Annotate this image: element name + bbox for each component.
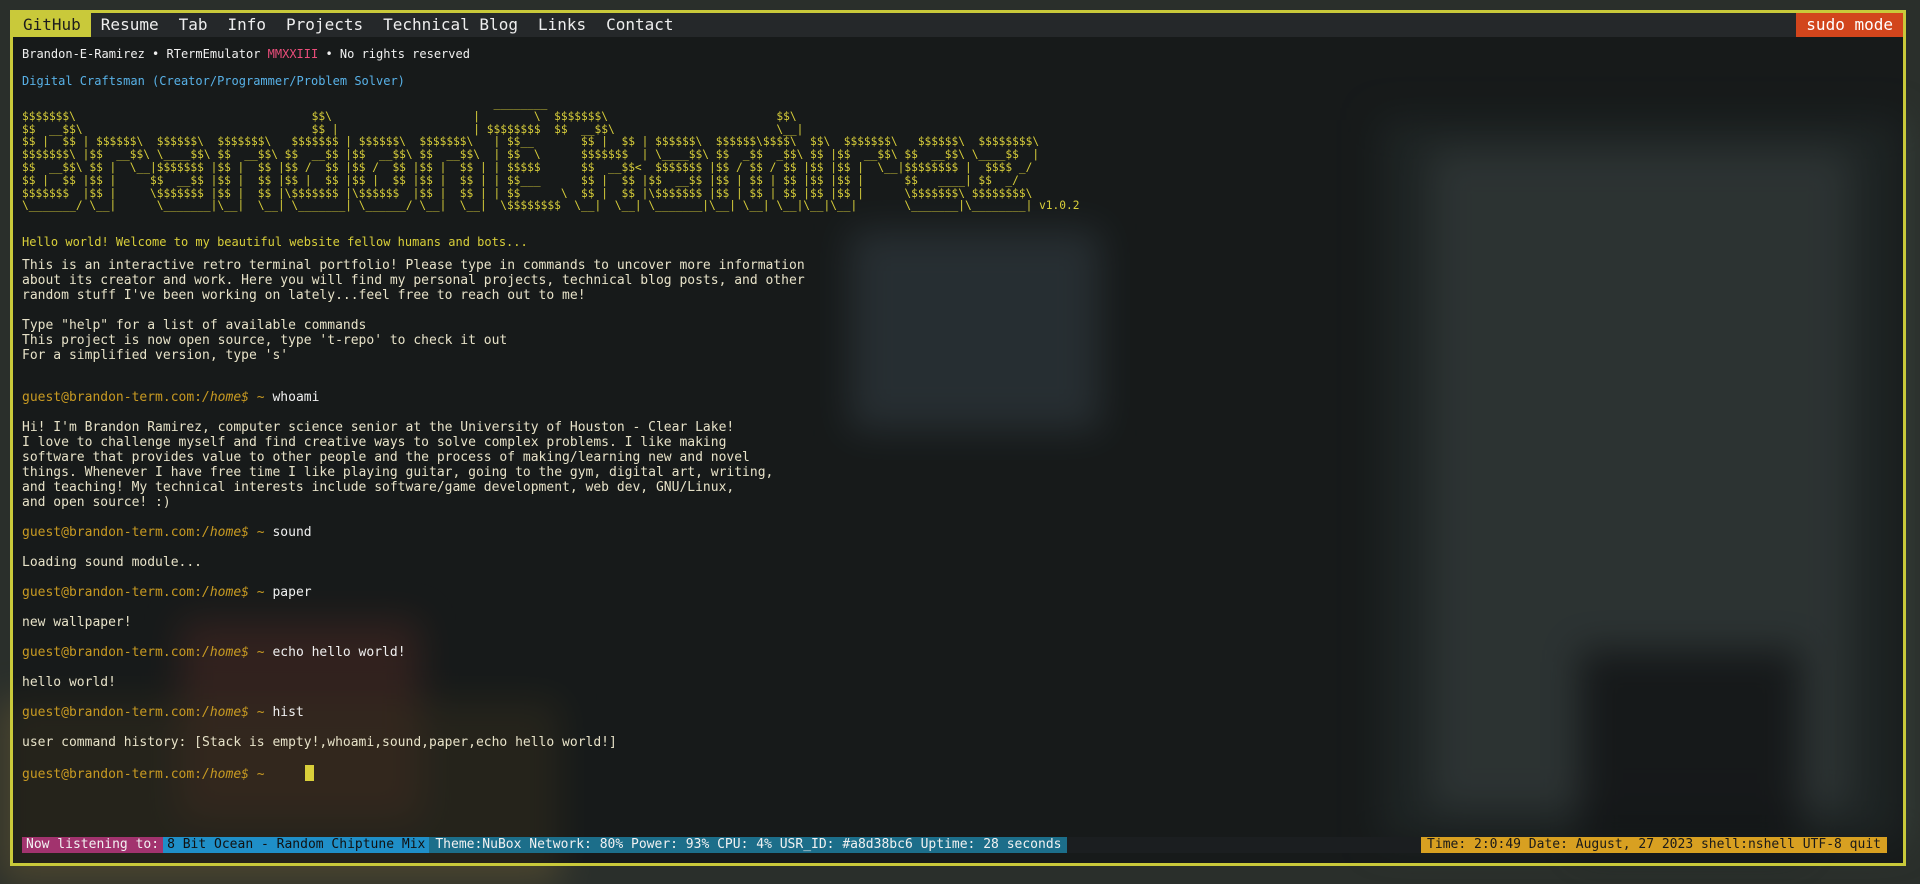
text-cursor[interactable]	[305, 765, 315, 782]
command-session: guest@brandon-term.com:/home$ ~ whoami Hi…	[22, 390, 1903, 765]
menu-info[interactable]: Info	[218, 13, 277, 37]
author-text: Brandon-E-Ramirez • RTermEmulator	[22, 47, 268, 61]
prompt-line: guest@brandon-term.com:/home$ ~ sound	[22, 525, 1903, 540]
year-text: MMXXIII	[267, 47, 319, 61]
prompt-tilde: ~	[248, 705, 273, 721]
status-bar: Now listening to: 8 Bit Ocean - Random C…	[22, 837, 1887, 853]
command-text: hist	[272, 705, 304, 721]
help-line: Type "help" for a list of available comm…	[22, 318, 367, 334]
terminal-window: GitHub Resume Tab Info Projects Technica…	[10, 10, 1906, 866]
prompt-line: guest@brandon-term.com:/home$ ~ hist	[22, 705, 1903, 720]
menu-links[interactable]: Links	[528, 13, 596, 37]
command-output-line: I love to challenge myself and find crea…	[22, 435, 727, 451]
menu-github[interactable]: GitHub	[13, 13, 91, 37]
ascii-banner: ________ $$$$$$$\ $$\ | \ $$$$$$$\ $$\ $$ …	[22, 97, 1903, 213]
banner-line: $$ __$$\ $$ | \__|$$$$$$$ |$$ | $$ |$$ /…	[22, 160, 1033, 174]
command-text: paper	[272, 585, 312, 601]
rights-text: • No rights reserved	[318, 47, 470, 61]
menu-technical-blog[interactable]: Technical Blog	[373, 13, 528, 37]
help-line: This project is now open source, type 't…	[22, 333, 508, 349]
prompt-tilde: ~	[248, 390, 273, 406]
prompt-tilde: ~	[248, 767, 273, 783]
header-line: Brandon-E-Ramirez • RTermEmulator MMXXII…	[22, 47, 1903, 62]
menu-tab[interactable]: Tab	[169, 13, 218, 37]
prompt-line: guest@brandon-term.com:/home$ ~ paper	[22, 585, 1903, 600]
command-output-line: Hi! I'm Brandon Ramirez, computer scienc…	[22, 420, 735, 436]
prompt-path: /home$	[202, 585, 249, 601]
prompt-host: guest@brandon-term.com:	[22, 705, 203, 721]
prompt-line: guest@brandon-term.com:/home$ ~ echo hel…	[22, 645, 1903, 660]
prompt-path: /home$	[202, 767, 249, 783]
prompt-host: guest@brandon-term.com:	[22, 767, 203, 783]
command-output-line: new wallpaper!	[22, 615, 132, 631]
prompt-host: guest@brandon-term.com:	[22, 645, 203, 661]
menu-projects[interactable]: Projects	[276, 13, 373, 37]
prompt-host: guest@brandon-term.com:	[22, 585, 203, 601]
command-output-line: Loading sound module...	[22, 555, 203, 571]
now-listening-label: Now listening to:	[22, 837, 164, 853]
hello-line: Hello world! Welcome to my beautiful web…	[22, 235, 528, 250]
intro-paragraph-line: random stuff I've been working on lately…	[22, 288, 586, 304]
command-text: whoami	[272, 390, 320, 406]
command-output-line: things. Whenever I have free time I like…	[22, 465, 774, 481]
prompt-tilde: ~	[248, 585, 273, 601]
menu-resume[interactable]: Resume	[91, 13, 169, 37]
prompt-tilde: ~	[248, 525, 273, 541]
terminal-output[interactable]: Brandon-E-Ramirez • RTermEmulator MMXXII…	[22, 47, 1903, 833]
status-spacer	[1067, 837, 1422, 853]
track-name[interactable]: 8 Bit Ocean - Random Chiptune Mix	[163, 837, 430, 853]
prompt-path: /home$	[202, 645, 249, 661]
prompt-line: guest@brandon-term.com:/home$ ~ whoami	[22, 390, 1903, 405]
prompt-host: guest@brandon-term.com:	[22, 390, 203, 406]
banner-line: ________	[22, 97, 548, 110]
prompt-host: guest@brandon-term.com:	[22, 525, 203, 541]
help-line: For a simplified version, type 's'	[22, 348, 289, 364]
prompt-path: /home$	[202, 705, 249, 721]
command-output-line: software that provides value to other pe…	[22, 450, 750, 466]
command-output-line: and teaching! My technical interests inc…	[22, 480, 735, 496]
time-date-info: Time: 2:0:49 Date: August, 27 2023 shell…	[1421, 837, 1887, 853]
version-label: v1.0.2	[1032, 199, 1080, 213]
prompt-path: /home$	[202, 525, 249, 541]
command-text: sound	[272, 525, 312, 541]
command-output-line: user command history: [Stack is empty!,w…	[22, 735, 617, 751]
prompt-tilde: ~	[248, 645, 273, 661]
banner-line: $$ | $$ |$$ | $$ __$$ |$$ | $$ |$$ | $$ …	[22, 173, 1019, 187]
command-output-line: hello world!	[22, 675, 116, 691]
intro-paragraph-line: about its creator and work. Here you wil…	[22, 273, 805, 289]
system-info: Theme:NuBox Network: 80% Power: 93% CPU:…	[429, 837, 1068, 853]
prompt-path: /home$	[202, 390, 249, 406]
tagline: Digital Craftsman (Creator/Programmer/Pr…	[22, 74, 405, 88]
banner-line: \_______/ \__| \_______|\__| \__| \_____…	[22, 199, 1033, 213]
active-prompt-line[interactable]: guest@brandon-term.com:/home$ ~	[22, 765, 1903, 783]
menu-contact[interactable]: Contact	[596, 13, 683, 37]
command-text: echo hello world!	[272, 645, 406, 661]
intro-paragraph-line: This is an interactive retro terminal po…	[22, 258, 805, 274]
top-menu-bar: GitHub Resume Tab Info Projects Technica…	[13, 13, 1903, 37]
sudo-mode-button[interactable]: sudo mode	[1796, 13, 1903, 37]
command-output-line: and open source! :)	[22, 495, 171, 511]
banner-line: $$$$$$$\ $$\ | \ $$$$$$$\ $$\	[22, 109, 797, 123]
